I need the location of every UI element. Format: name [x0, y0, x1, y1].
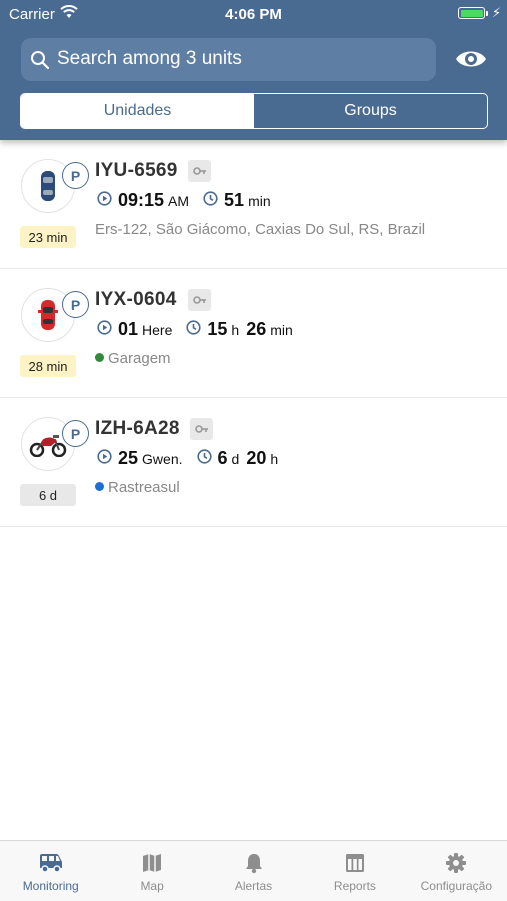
- duration-unit: d: [231, 451, 240, 467]
- duration-value-2: 26: [246, 319, 267, 339]
- search-icon: [30, 50, 50, 75]
- duration-value: 15: [207, 319, 228, 339]
- tab-alertas[interactable]: Alertas: [203, 841, 304, 901]
- list-item[interactable]: P 6 d IZH-6A28 25 Gwen. 6 d 20 h Rastrea…: [0, 398, 507, 527]
- tab-label: Map: [140, 879, 164, 893]
- last-time-value: 09:15: [118, 190, 165, 210]
- play-circle-icon: [97, 190, 112, 211]
- age-badge: 6 d: [20, 484, 76, 506]
- clock-icon: [186, 319, 201, 340]
- van-icon: [39, 854, 62, 873]
- list-item[interactable]: P 28 min IYX-0604 01 Here 15 h 26 min Ga…: [0, 269, 507, 398]
- key-icon: [188, 160, 211, 182]
- eye-icon[interactable]: [454, 45, 488, 78]
- tab-unidades[interactable]: Unidades: [21, 94, 254, 128]
- location-text: Ers-122, São Giácomo, Caxias Do Sul, RS,…: [95, 221, 426, 238]
- key-icon: [190, 418, 213, 440]
- location-label: Rastreasul: [108, 479, 180, 496]
- tab-label: Alertas: [234, 879, 273, 893]
- duration-value: 51: [224, 190, 245, 210]
- unit-name: IZH-6A28: [95, 418, 180, 439]
- tab-map[interactable]: Map: [101, 841, 202, 901]
- reports-icon: [345, 854, 364, 872]
- location-text: Garagem: [95, 350, 171, 367]
- last-time-unit: AM: [168, 193, 190, 209]
- parking-badge: P: [62, 291, 89, 318]
- age-badge: 28 min: [20, 355, 76, 377]
- geofence-dot: [95, 482, 104, 491]
- header: Carrier 4:06 PM ⚡ Search among 3 units U…: [0, 0, 507, 140]
- battery-icon: [458, 7, 485, 19]
- charging-icon: ⚡: [492, 5, 502, 20]
- unit-name: IYX-0604: [95, 289, 177, 310]
- geofence-dot: [95, 353, 104, 362]
- clock-icon: [196, 448, 212, 469]
- clock-icon: [203, 190, 218, 211]
- tab-label: Monitoring: [22, 879, 79, 893]
- status-bar: Carrier 4:06 PM ⚡: [0, 0, 507, 28]
- segmented-control: Unidades Groups: [20, 93, 488, 129]
- age-badge: 23 min: [20, 226, 76, 248]
- car-blue-icon: [41, 171, 55, 201]
- bell-icon: [245, 854, 262, 874]
- battery-tip: [486, 11, 488, 16]
- key-icon: [188, 289, 211, 311]
- unit-list: P 23 min IYU-6569 09:15 AM 51 min Ers-12…: [0, 140, 507, 527]
- search-input[interactable]: Search among 3 units: [57, 48, 242, 70]
- location-label: Garagem: [108, 350, 171, 367]
- duration-unit-2: h: [270, 451, 279, 467]
- last-time-value: 25: [118, 448, 139, 468]
- last-time-unit: Here: [142, 322, 173, 338]
- tab-label: Configuração: [420, 879, 493, 893]
- parking-badge: P: [62, 420, 89, 447]
- last-time-value: 01: [118, 319, 139, 339]
- search-bar[interactable]: Search among 3 units: [21, 38, 436, 81]
- car-red-icon: [38, 300, 58, 330]
- clock: 4:06 PM: [225, 6, 282, 23]
- unit-stats: 25 Gwen. 6 d 20 h: [97, 448, 278, 469]
- gear-icon: [446, 853, 467, 873]
- parking-badge: P: [62, 162, 89, 189]
- tab-monitoring[interactable]: Monitoring: [0, 841, 101, 901]
- tab-bar: Monitoring Map Alertas Reports Configura…: [0, 840, 507, 901]
- last-time-unit: Gwen.: [142, 451, 183, 467]
- duration-unit: min: [248, 193, 271, 209]
- duration-value-2: 20: [246, 448, 267, 468]
- tab-configuracao[interactable]: Configuração: [406, 841, 507, 901]
- duration-unit: h: [231, 322, 240, 338]
- unit-stats: 09:15 AM 51 min: [97, 190, 271, 211]
- unit-name: IYU-6569: [95, 160, 178, 181]
- tab-label: Reports: [333, 879, 376, 893]
- duration-unit-2: min: [270, 322, 293, 338]
- list-item[interactable]: P 23 min IYU-6569 09:15 AM 51 min Ers-12…: [0, 140, 507, 269]
- play-circle-icon: [97, 319, 112, 340]
- duration-value: 6: [217, 448, 228, 468]
- tab-reports[interactable]: Reports: [304, 841, 405, 901]
- play-circle-icon: [97, 448, 112, 469]
- tab-groups[interactable]: Groups: [254, 94, 487, 128]
- unit-stats: 01 Here 15 h 26 min: [97, 319, 293, 340]
- map-icon: [143, 854, 162, 872]
- location-text: Rastreasul: [95, 479, 180, 496]
